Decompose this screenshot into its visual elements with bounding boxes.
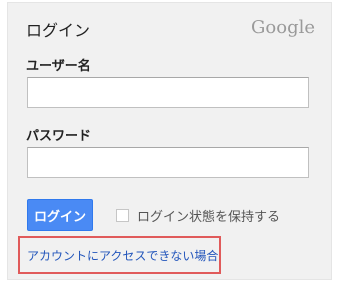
login-button[interactable]: ログイン — [27, 199, 93, 231]
google-logo: Google — [251, 17, 315, 38]
username-label: ユーザー名 — [26, 59, 91, 74]
password-label: パスワード — [26, 129, 92, 144]
login-panel: ログイン Google ユーザー名 パスワード ログイン ログイン状態を保持する… — [7, 2, 332, 280]
remember-label[interactable]: ログイン状態を保持する — [137, 206, 280, 225]
help-link-highlight: アカウントにアクセスできない場合 — [18, 236, 221, 274]
cant-access-account-link[interactable]: アカウントにアクセスできない場合 — [27, 247, 218, 264]
remember-me[interactable]: ログイン状態を保持する — [116, 206, 280, 225]
page-title: ログイン — [26, 21, 91, 40]
password-field[interactable] — [27, 147, 309, 178]
remember-checkbox[interactable] — [116, 209, 129, 222]
username-field[interactable] — [27, 77, 309, 108]
